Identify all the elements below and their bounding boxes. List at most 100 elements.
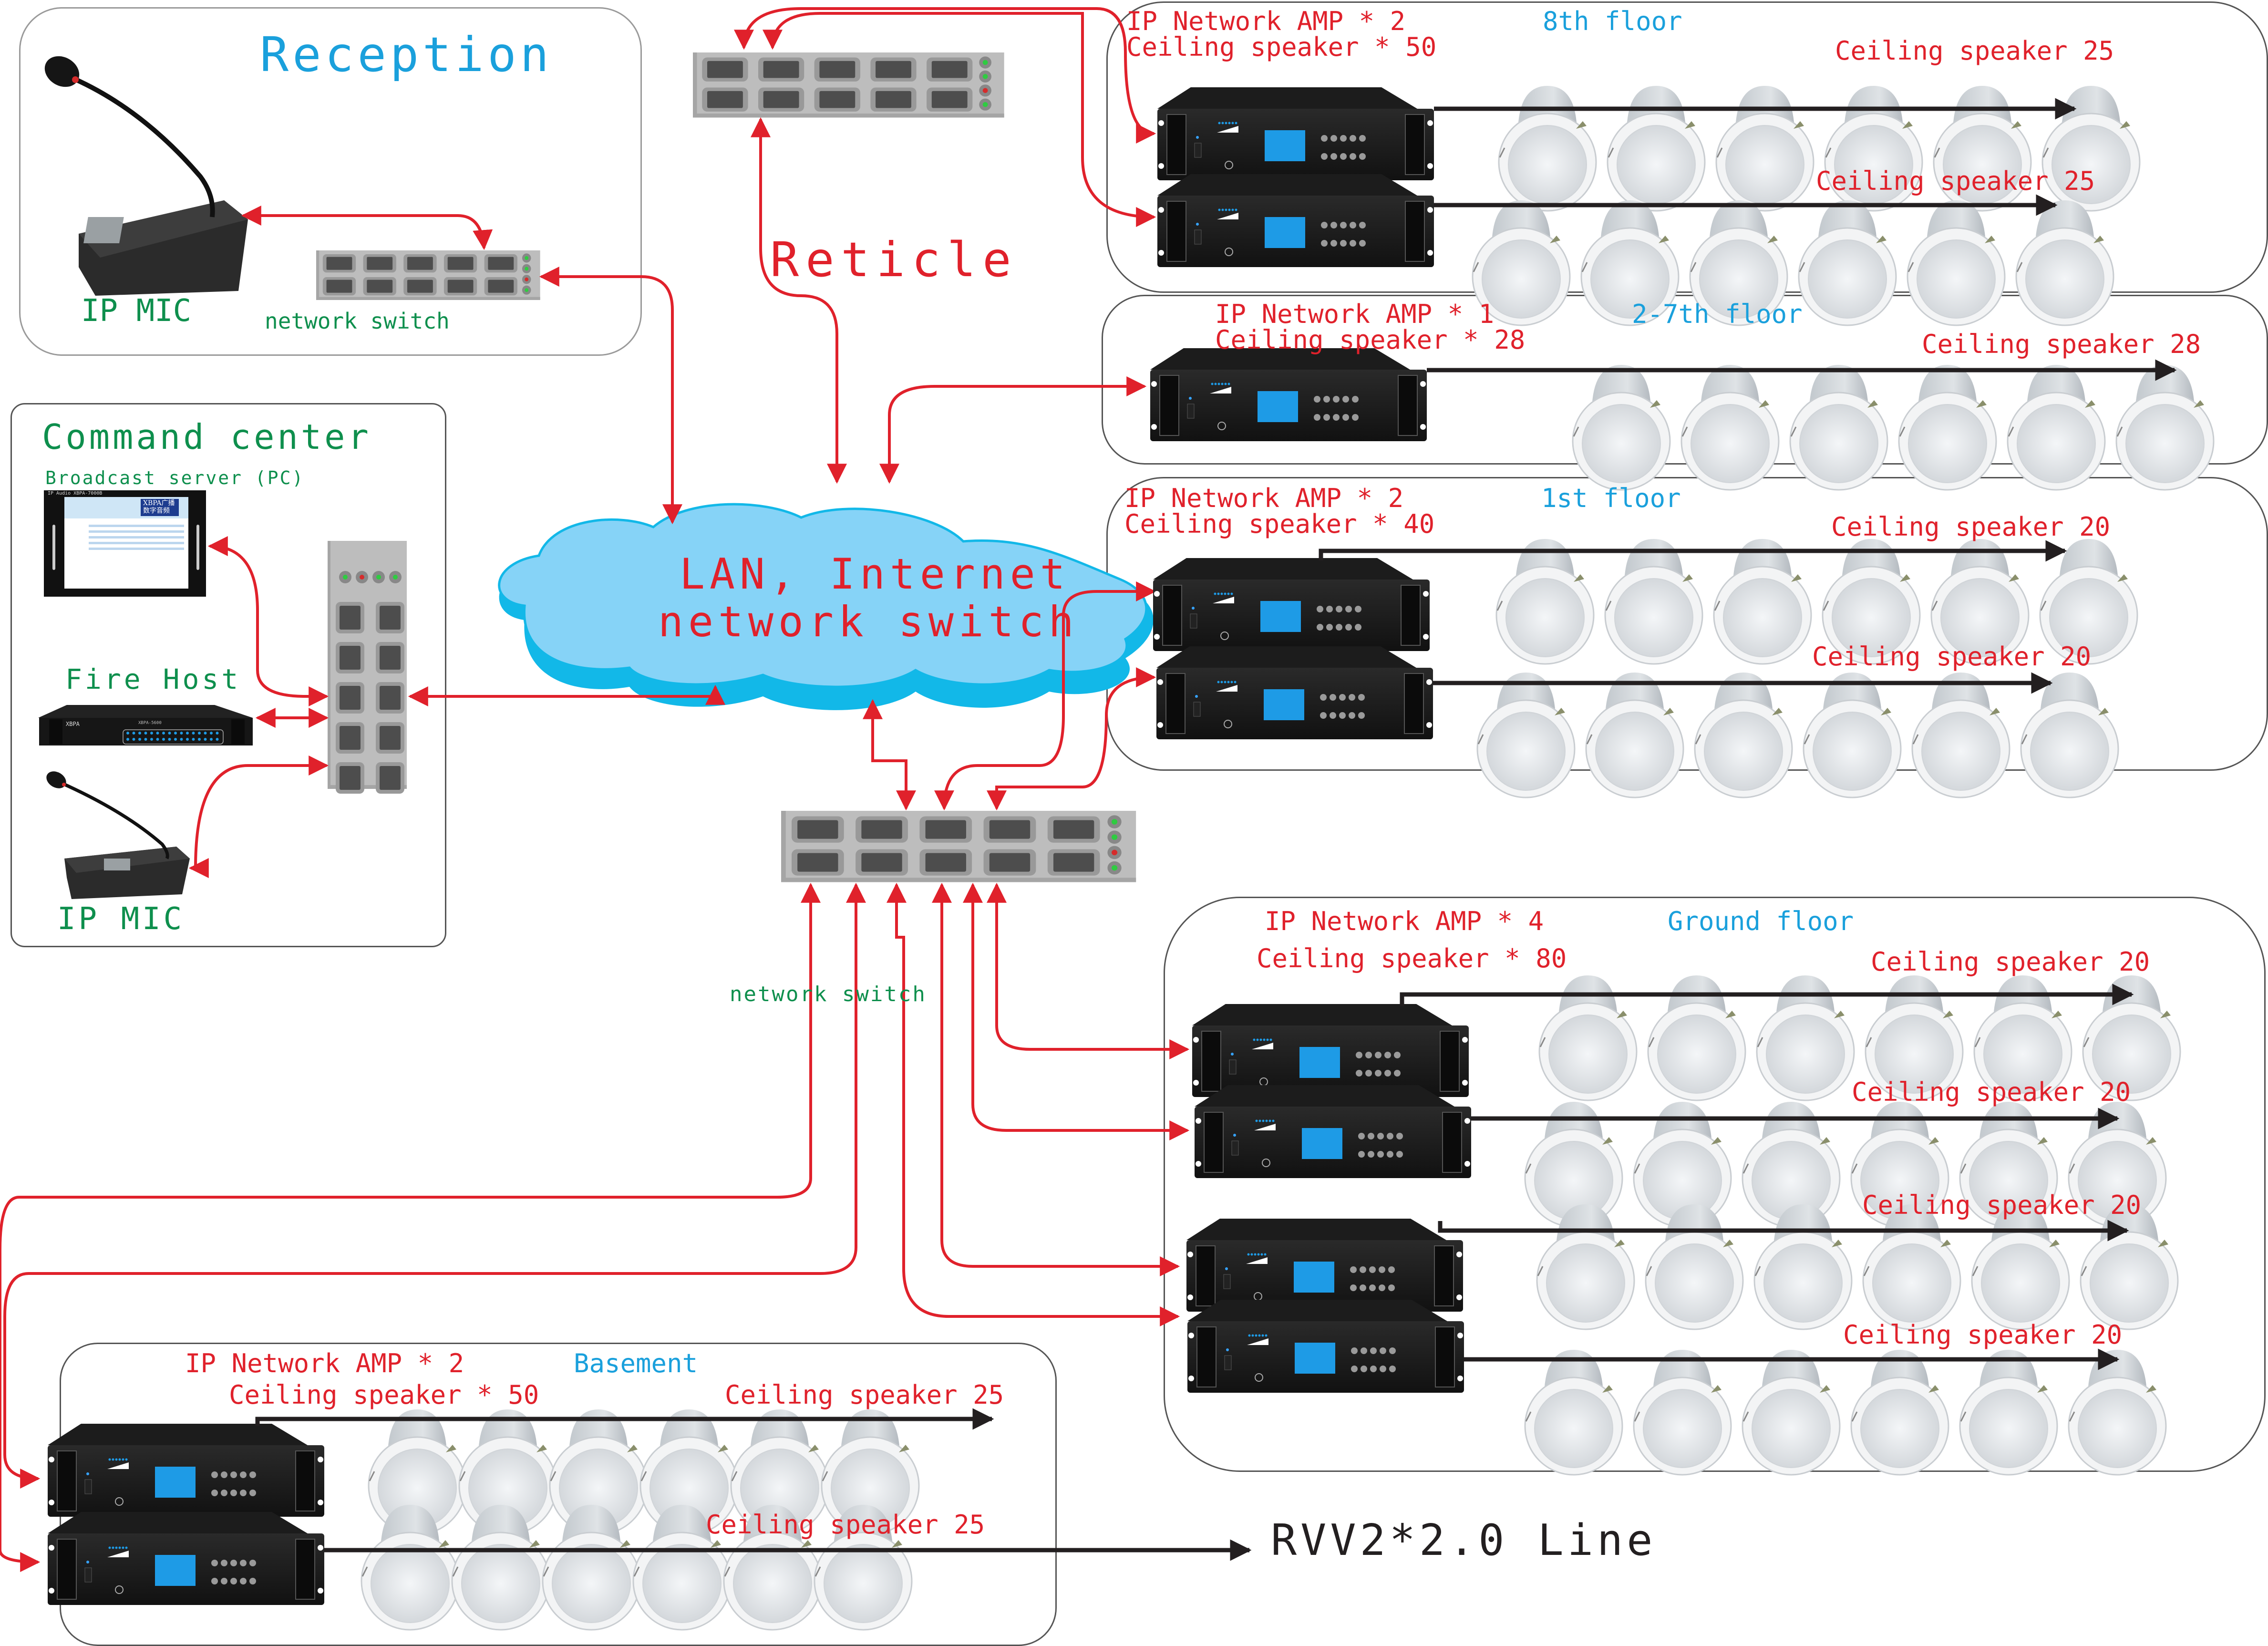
ip-network-amplifier (1186, 1218, 1464, 1312)
speaker-cable-1st-floor (1319, 540, 2067, 562)
zone-1st-amp-count: IP Network AMP * 2 (1124, 483, 1404, 513)
zone-basement-name: Basement (574, 1348, 698, 1378)
ceiling-speaker-icon (1753, 1203, 1853, 1330)
fire-host-channel-button (144, 732, 147, 735)
cable-spec-label: RVV2*2.0 Line (1271, 1515, 1657, 1565)
fire-host-channel-button (174, 738, 177, 741)
ip-network-amplifier (1157, 174, 1434, 268)
fire-host-channel-button (216, 732, 219, 735)
command-center-mic-label: IP MIC (57, 901, 185, 937)
ceiling-speaker-icon (1898, 364, 1997, 491)
zone-2-7th-name: 2-7th floor (1632, 299, 1803, 329)
fire-host-channel-button (132, 738, 135, 741)
ceiling-speaker-icon (1959, 1349, 2058, 1476)
server-banner-line2: 数字音频 (143, 507, 170, 515)
ip-network-amplifier (1157, 87, 1434, 181)
fire-host-channel-button (180, 738, 183, 741)
ceiling-speaker-icon (1476, 672, 1576, 798)
ceiling-speaker-icon (1645, 1203, 1744, 1330)
zone-2-7th-run-1: Ceiling speaker 28 (1922, 329, 2201, 359)
ceiling-speaker-icon (1572, 364, 1671, 491)
fire-host-channel-button (126, 732, 129, 735)
zone-2-7th-amp-count: IP Network AMP * 1 (1215, 299, 1495, 329)
ip-network-amplifier (1194, 1085, 1472, 1179)
command-center-ip-mic (46, 771, 190, 899)
broadcast-server-header: IP Audio XBPA-7000B (48, 491, 103, 496)
fire-host-channel-button (192, 738, 195, 741)
reticle-label: Reticle (770, 232, 1018, 288)
ceiling-speaker-icon (1803, 672, 1902, 798)
fire-host-channel-button (198, 732, 201, 735)
lower-switch-label: network switch (730, 982, 927, 1006)
ceiling-speaker-icon (1536, 1203, 1635, 1330)
fire-host-channel-button (138, 738, 141, 741)
fire-host-channel-button (204, 738, 207, 741)
lower-network-switch (781, 811, 1136, 882)
fire-host-channel-button (156, 738, 159, 741)
ceiling-speaker-icon (1694, 672, 1793, 798)
reticle-network-switch (693, 52, 1004, 118)
ip-network-amplifier (1150, 348, 1427, 442)
fire-host-channel-button (138, 732, 141, 735)
zone-ground-run-3: Ceiling speaker 20 (1862, 1190, 2142, 1220)
reception-title: Reception (260, 27, 553, 83)
zone-basement-speaker-count: Ceiling speaker * 50 (229, 1380, 539, 1410)
ceiling-speaker-icon (1607, 85, 1706, 212)
ip-network-amplifier (47, 1423, 325, 1517)
ip-network-amplifier (1192, 1004, 1469, 1097)
fire-host-label: Fire Host (65, 663, 241, 695)
command-center-network-switch (328, 541, 407, 794)
ceiling-speaker-icon (1850, 1349, 1949, 1476)
ceiling-speaker-icon (1498, 85, 1597, 212)
ceiling-speaker-icon (1907, 199, 2006, 326)
ceiling-speaker-icon (2068, 1349, 2167, 1476)
fire-host-channel-button (162, 732, 165, 735)
ip-network-amplifier (47, 1511, 325, 1605)
zone-ground-name: Ground floor (1668, 906, 1854, 936)
command-center-title: Command center (42, 417, 371, 457)
reception-mic-label: IP MIC (81, 293, 192, 329)
zone-ground-run-4: Ceiling speaker 20 (1843, 1320, 2123, 1350)
zone-8th-speaker-count: Ceiling speaker * 50 (1126, 32, 1437, 62)
fire-host-channel-button (150, 732, 153, 735)
zone-1st-name: 1st floor (1541, 483, 1681, 513)
fire-host-channel-button (210, 738, 213, 741)
fire-host-channel-button (186, 738, 189, 741)
ceiling-speaker-icon (1715, 85, 1814, 212)
ceiling-speaker-icon (1585, 672, 1684, 798)
fire-host-channel-button (144, 738, 147, 741)
ip-network-amplifier (1187, 1299, 1464, 1393)
zone-basement-run-2: Ceiling speaker 25 (706, 1510, 985, 1540)
ceiling-speaker-icon (2020, 672, 2119, 798)
broadcast-server-label: Broadcast server (PC) (45, 467, 305, 488)
ceiling-speaker-icon (2115, 364, 2215, 491)
zone-basement-run-1: Ceiling speaker 25 (725, 1380, 1004, 1410)
fire-host-channel-button (126, 738, 129, 741)
fire-host-channel-button (216, 738, 219, 741)
ceiling-speaker-icon (1680, 364, 1780, 491)
ceiling-speaker-icon (1713, 538, 1812, 665)
ceiling-speaker-icon (1971, 1203, 2070, 1330)
fire-host-channel-button (168, 738, 171, 741)
ip-network-amplifier (1153, 558, 1430, 652)
fire-host-channel-button (168, 732, 171, 735)
reception-switch-label: network switch (265, 308, 450, 334)
fire-host-channel-button (150, 738, 153, 741)
ceiling-speaker-icon (1524, 1349, 1623, 1476)
ceiling-speaker-icon (1911, 672, 2010, 798)
zone-ground-run-1: Ceiling speaker 20 (1871, 947, 2150, 977)
cloud-label-line1: LAN, Internet (680, 549, 1070, 599)
reception-network-switch (316, 250, 540, 300)
fire-host-channel-button (156, 732, 159, 735)
zone-8th-name: 8th floor (1543, 6, 1682, 36)
fire-host-channel-button (210, 732, 213, 735)
ip-network-amplifier (1156, 646, 1433, 740)
zone-8th-run-2: Ceiling speaker 25 (1816, 166, 2095, 196)
fire-host-channel-button (198, 738, 201, 741)
zone-ground-run-2: Ceiling speaker 20 (1852, 1077, 2131, 1107)
ceiling-speaker-icon (1604, 538, 1703, 665)
fire-host-channel-button (174, 732, 177, 735)
fire-host-channel-button (204, 732, 207, 735)
fire-host-model: XBPA-5600 (138, 721, 162, 725)
zone-1st-run-2: Ceiling speaker 20 (1812, 642, 2092, 672)
